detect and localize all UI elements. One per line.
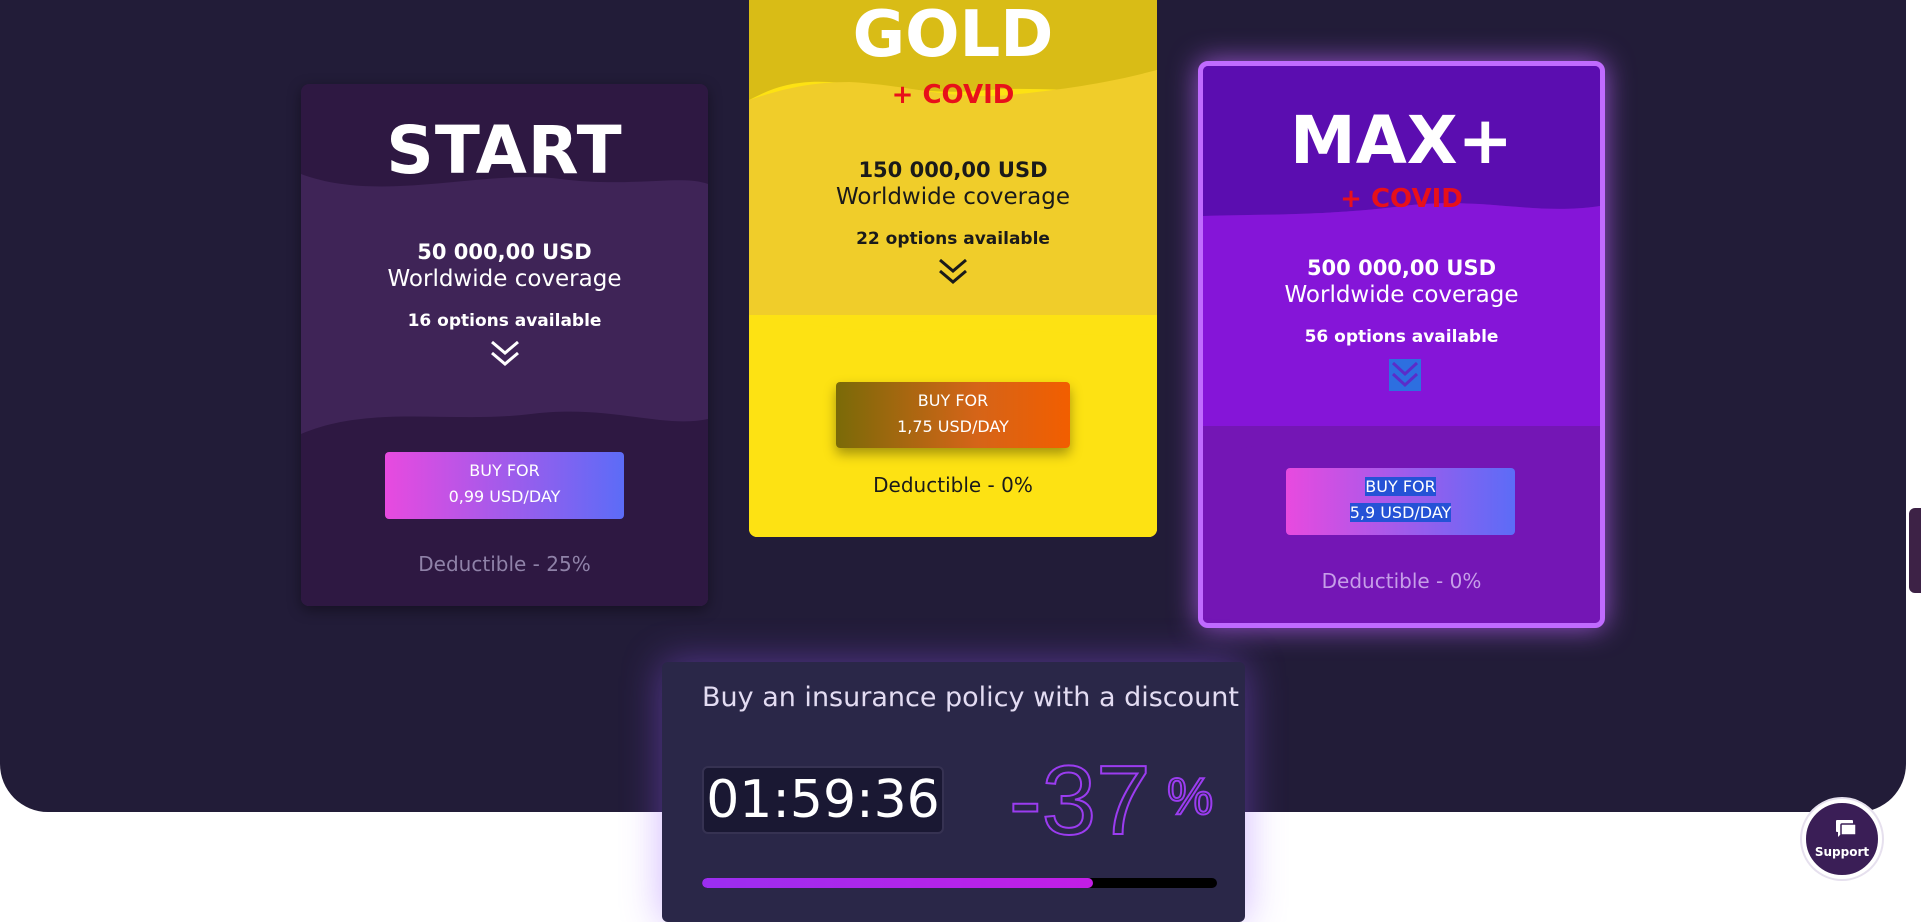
buy-button-start[interactable]: BUY FOR 0,99 USD/DAY — [385, 452, 624, 519]
options-count: 56 options available — [1304, 327, 1499, 347]
plan-card-start[interactable]: START 50 000,00 USD Worldwide coverage 1… — [301, 84, 708, 606]
discount-progress-fill — [702, 878, 1094, 888]
buy-button-gold[interactable]: BUY FOR 1,75 USD/DAY — [836, 382, 1070, 448]
coverage-label: Worldwide coverage — [836, 184, 1070, 210]
chat-icon — [1836, 820, 1857, 837]
covid-badge: + COVID — [891, 80, 1015, 110]
chevron-down-icon[interactable] — [938, 258, 968, 286]
options-count: 22 options available — [856, 229, 1050, 249]
plan-card-max[interactable]: MAX+ + COVID 500 000,00 USD Worldwide co… — [1198, 61, 1605, 628]
covid-badge: + COVID — [1340, 184, 1463, 214]
coverage-amount: 50 000,00 USD — [417, 240, 592, 264]
discount-heading: Buy an insurance policy with a discount — [702, 682, 1239, 713]
coverage-amount: 150 000,00 USD — [858, 158, 1048, 182]
discount-panel: Buy an insurance policy with a discount … — [662, 662, 1245, 922]
options-count: 16 options available — [407, 311, 602, 331]
buy-price: 1,75 USD/DAY — [897, 417, 1009, 436]
plan-title: START — [386, 112, 623, 189]
buy-price: 0,99 USD/DAY — [448, 487, 561, 506]
chevron-down-icon[interactable] — [490, 340, 520, 368]
buy-price: 5,9 USD/DAY — [1349, 503, 1452, 522]
buy-button-max[interactable]: BUY FOR 5,9 USD/DAY — [1286, 468, 1515, 535]
discount-percent-sign: % — [1167, 768, 1213, 826]
coverage-label: Worldwide coverage — [387, 266, 622, 292]
buy-label: BUY FOR — [917, 391, 989, 410]
buy-label: BUY FOR — [1365, 477, 1436, 496]
deductible-label: Deductible - 0% — [873, 473, 1033, 497]
coverage-amount: 500 000,00 USD — [1306, 256, 1497, 280]
deductible-label: Deductible - 25% — [418, 552, 591, 576]
discount-percent-value: -37 — [1009, 746, 1151, 846]
deductible-label: Deductible - 0% — [1321, 569, 1482, 593]
chevron-down-icon[interactable] — [1389, 359, 1421, 391]
discount-progress-bar — [702, 878, 1217, 888]
plan-card-gold[interactable]: GOLD + COVID 150 000,00 USD Worldwide co… — [749, 0, 1157, 537]
countdown-timer: 01:59:36 — [702, 766, 944, 834]
buy-label: BUY FOR — [469, 461, 540, 480]
coverage-label: Worldwide coverage — [1284, 282, 1519, 308]
scrollbar[interactable] — [1906, 0, 1921, 902]
plan-title: MAX+ — [1290, 102, 1513, 179]
plan-title: GOLD — [852, 0, 1054, 72]
scrollbar-thumb[interactable] — [1909, 508, 1921, 593]
discount-percent: -37 % — [1009, 746, 1214, 846]
support-button[interactable]: Support — [1802, 799, 1882, 879]
support-label: Support — [1814, 845, 1870, 859]
